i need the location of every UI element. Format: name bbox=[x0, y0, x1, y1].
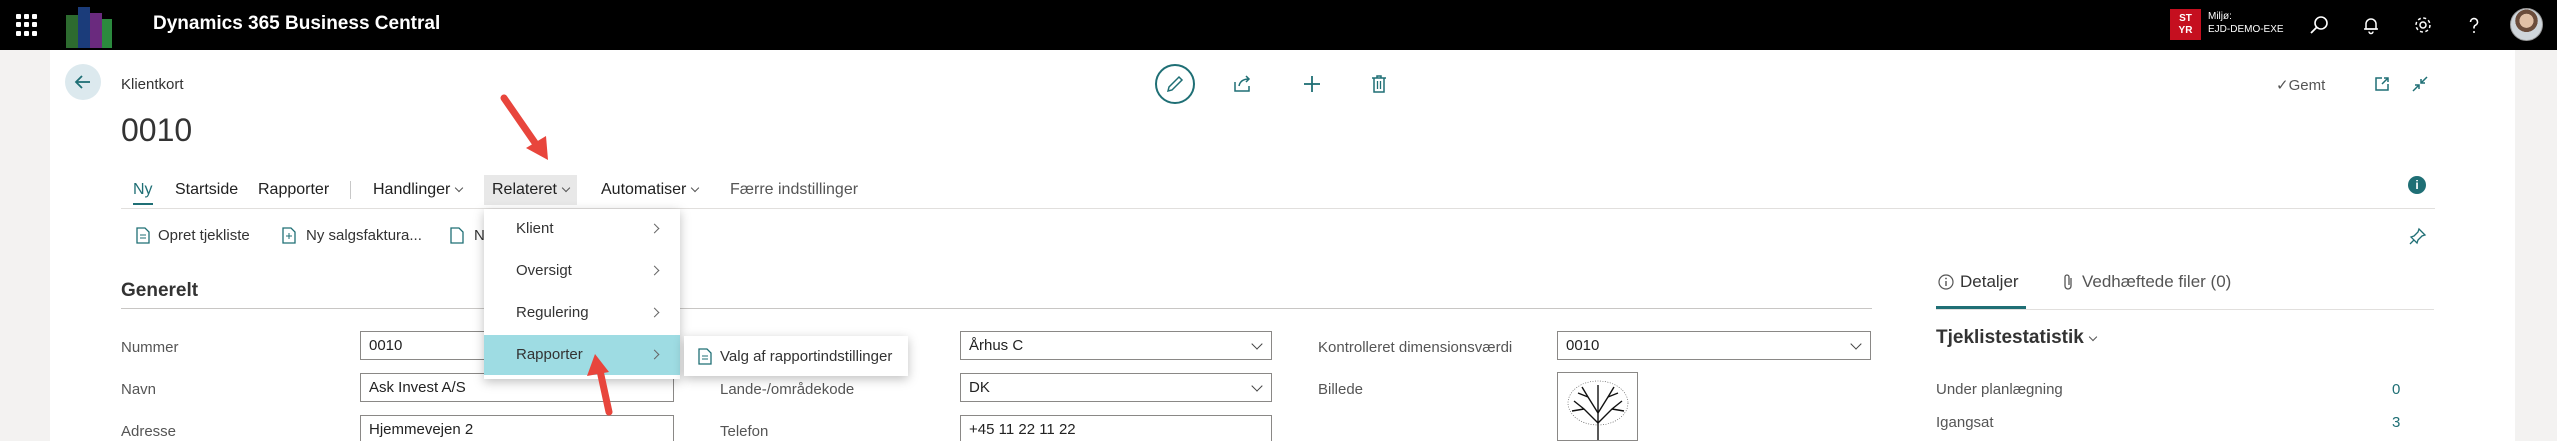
chevron-down-icon bbox=[561, 183, 571, 193]
share-icon bbox=[1234, 75, 1251, 92]
top-bar: Dynamics 365 Business Central ST YR Milj… bbox=[0, 0, 2557, 50]
field-by[interactable]: Århus C bbox=[960, 331, 1272, 360]
label-kontrolleret: Kontrolleret dimensionsværdi bbox=[1318, 339, 1513, 356]
info-circle-icon bbox=[1938, 274, 1954, 290]
label-adresse: Adresse bbox=[121, 423, 177, 440]
gear-icon[interactable] bbox=[2409, 11, 2437, 39]
paperclip-icon bbox=[2064, 274, 2072, 290]
tab-vedhaeftede-filer[interactable]: Vedhæftede filer (0) bbox=[2062, 272, 2231, 292]
customer-picture[interactable] bbox=[1557, 372, 1638, 441]
environment-badge[interactable]: ST YR bbox=[2170, 9, 2201, 40]
search-icon[interactable] bbox=[2305, 11, 2333, 39]
chevron-right-icon bbox=[649, 349, 660, 360]
menu-item-rapporter[interactable]: Rapporter bbox=[484, 335, 680, 375]
app-title[interactable]: Dynamics 365 Business Central bbox=[153, 13, 440, 35]
plus-icon bbox=[1304, 76, 1320, 92]
field-lande[interactable]: DK bbox=[960, 373, 1272, 402]
annotation-arrow-icon bbox=[500, 94, 548, 160]
action-fewer-options[interactable]: Færre indstillinger bbox=[730, 175, 858, 205]
pin-icon[interactable] bbox=[2407, 225, 2429, 247]
saved-status: ✓Gemt bbox=[2276, 77, 2326, 94]
annotation-arrow-icon bbox=[587, 354, 613, 416]
chevron-right-icon bbox=[649, 265, 660, 276]
field-adresse[interactable]: Hjemmevejen 2 bbox=[360, 415, 674, 441]
chevron-right-icon bbox=[649, 223, 660, 234]
tree-icon bbox=[1567, 380, 1629, 440]
check-icon: ✓ bbox=[2276, 77, 2289, 94]
action-relateret[interactable]: Relateret bbox=[484, 175, 577, 205]
chevron-down-icon bbox=[1251, 380, 1263, 392]
menu-item-regulering[interactable]: Regulering bbox=[484, 293, 680, 333]
stat-label: Igangsat bbox=[1936, 414, 1994, 431]
stat-label: Under planlægning bbox=[1936, 381, 2063, 398]
action-truncated[interactable]: N bbox=[450, 224, 485, 246]
submenu-rapporter[interactable]: Valg af rapportindstillinger bbox=[684, 336, 908, 376]
chevron-right-icon bbox=[649, 307, 660, 318]
app-launcher-icon[interactable] bbox=[16, 14, 38, 36]
chevron-down-icon bbox=[1251, 338, 1263, 350]
chevron-down-icon bbox=[455, 183, 464, 193]
menu-item-oversigt[interactable]: Oversigt bbox=[484, 251, 680, 291]
bell-icon[interactable] bbox=[2357, 11, 2385, 39]
chevron-down-icon bbox=[2088, 332, 2098, 342]
action-automatiser[interactable]: Automatiser bbox=[601, 175, 700, 205]
chevron-down-icon bbox=[1850, 338, 1862, 350]
pencil-icon bbox=[1166, 75, 1184, 93]
divider bbox=[121, 208, 2435, 209]
field-kontrolleret[interactable]: 0010 bbox=[1557, 331, 1871, 360]
help-icon[interactable] bbox=[2460, 11, 2488, 39]
section-divider bbox=[121, 308, 1872, 309]
action-opret-tjekliste[interactable]: Opret tjekliste bbox=[136, 224, 250, 246]
action-ny-salgsfaktura[interactable]: Ny salgsfaktura... bbox=[282, 224, 422, 246]
section-title-generelt[interactable]: Generelt bbox=[121, 280, 198, 302]
chevron-down-icon bbox=[691, 183, 700, 193]
share-button[interactable] bbox=[1223, 64, 1263, 104]
delete-button[interactable] bbox=[1359, 64, 1399, 104]
edit-button[interactable] bbox=[1155, 64, 1195, 104]
environment-label[interactable]: Miljø: EJD-DEMO-EXE bbox=[2208, 10, 2284, 36]
breadcrumb: Klientkort bbox=[121, 76, 184, 93]
trash-icon bbox=[1372, 75, 1386, 93]
label-navn: Navn bbox=[121, 381, 157, 398]
info-icon[interactable]: i bbox=[2408, 176, 2426, 194]
action-rapporter[interactable]: Rapporter bbox=[258, 175, 329, 205]
new-document-icon bbox=[450, 226, 464, 244]
page-title: 0010 bbox=[121, 112, 193, 148]
label-lande: Lande-/områdekode bbox=[720, 381, 855, 398]
tab-detaljer[interactable]: Detaljer bbox=[1938, 272, 2019, 292]
stat-value[interactable]: 3 bbox=[2392, 414, 2400, 431]
document-icon bbox=[136, 226, 150, 244]
label-telefon: Telefon bbox=[720, 423, 769, 440]
action-separator bbox=[350, 181, 351, 199]
action-new[interactable]: Ny bbox=[133, 175, 153, 205]
report-icon bbox=[698, 347, 712, 365]
divider bbox=[1936, 309, 2434, 310]
action-startside[interactable]: Startside bbox=[175, 175, 238, 205]
new-invoice-icon bbox=[282, 226, 296, 244]
company-logo bbox=[66, 7, 112, 48]
stat-value[interactable]: 0 bbox=[2392, 381, 2400, 398]
label-nummer: Nummer bbox=[121, 339, 179, 356]
user-avatar[interactable] bbox=[2510, 8, 2543, 41]
field-telefon[interactable]: +45 11 22 11 22 bbox=[960, 415, 1272, 441]
collapse-icon[interactable] bbox=[2409, 73, 2431, 95]
stat-title[interactable]: Tjeklistestatistik bbox=[1936, 327, 2098, 349]
action-handlinger[interactable]: Handlinger bbox=[373, 175, 464, 205]
arrow-left-icon bbox=[74, 75, 90, 89]
menu-item-klient[interactable]: Klient bbox=[484, 209, 680, 249]
relateret-menu: Klient Oversigt Regulering Rapporter bbox=[484, 209, 680, 379]
new-button[interactable] bbox=[1292, 64, 1332, 104]
back-button[interactable] bbox=[65, 64, 101, 100]
label-billede: Billede bbox=[1318, 381, 1364, 398]
open-new-window-icon[interactable] bbox=[2371, 73, 2393, 95]
